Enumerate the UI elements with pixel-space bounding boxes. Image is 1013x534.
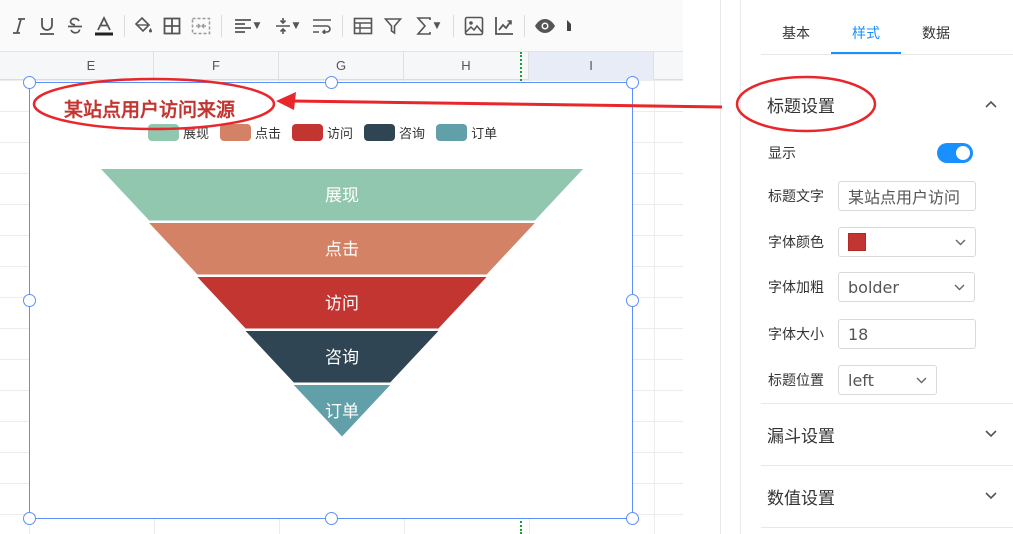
font-weight-select[interactable]: bolder <box>838 272 975 302</box>
toolbar-divider <box>124 14 125 37</box>
resize-handle-top-left[interactable] <box>23 76 36 89</box>
font-color-row: 字体颜色 <box>768 226 978 258</box>
value-settings-label: 数值设置 <box>767 488 835 509</box>
underline-icon[interactable] <box>36 11 58 41</box>
column-header-f[interactable]: F <box>154 52 279 80</box>
resize-handle-top-right[interactable] <box>626 76 639 89</box>
section-divider <box>761 465 1013 466</box>
toolbar-divider <box>524 14 525 37</box>
show-title-row: 显示 <box>768 137 973 169</box>
show-title-label: 显示 <box>768 146 796 162</box>
merge-cells-icon[interactable] <box>189 11 213 41</box>
chevron-down-icon <box>916 377 927 383</box>
column-header-h[interactable]: H <box>404 52 529 80</box>
tab-data[interactable]: 数据 <box>901 16 971 54</box>
font-size-row: 字体大小 18 <box>768 318 978 350</box>
resize-handle-left[interactable] <box>23 294 36 307</box>
font-color-icon[interactable] <box>92 11 116 41</box>
funnel-chart[interactable]: 某站点用户访问来源 展现 点击 访问 咨询 订单 展现 点击 访问 咨询 订单 <box>23 76 639 525</box>
title-position-label: 标题位置 <box>768 373 824 389</box>
title-text-label: 标题文字 <box>768 189 824 205</box>
tab-basic[interactable]: 基本 <box>761 16 831 54</box>
wrap-text-icon[interactable] <box>310 11 334 41</box>
chevron-down-icon <box>985 492 997 500</box>
gutter-divider <box>720 0 721 534</box>
chevron-down-icon <box>954 284 965 290</box>
column-header-e[interactable]: E <box>29 52 154 80</box>
title-text-input[interactable]: 某站点用户访问 <box>838 181 976 211</box>
strikethrough-icon[interactable] <box>64 11 86 41</box>
font-color-select[interactable] <box>838 227 976 257</box>
formatting-toolbar: ▼ ▼ ▼ <box>0 0 683 52</box>
font-size-label: 字体大小 <box>768 327 824 343</box>
title-settings-header[interactable]: 标题设置 <box>767 84 997 124</box>
toggle-knob <box>956 146 970 160</box>
resize-handle-bottom[interactable] <box>325 512 338 525</box>
funnel-settings-header[interactable]: 漏斗设置 <box>767 414 997 454</box>
chart-settings-panel: 基本 样式 数据 标题设置 显示 标题文字 某站点用户访问 字体颜色 字体加粗 <box>741 0 1013 534</box>
chevron-down-icon <box>985 430 997 438</box>
toolbar-divider <box>453 14 454 37</box>
spreadsheet-area: ▼ ▼ ▼ E F G H I 某站点用户访问来源 展现 点击 访问 咨询 订单… <box>0 0 683 534</box>
toolbar-overflow-icon[interactable] <box>563 11 575 41</box>
value-settings-header[interactable]: 数值设置 <box>767 476 997 516</box>
font-color-swatch <box>848 233 866 251</box>
funnel-settings-label: 漏斗设置 <box>767 426 835 447</box>
font-size-input[interactable]: 18 <box>838 319 976 349</box>
chevron-up-icon <box>985 100 997 108</box>
funnel-segment-label: 咨询 <box>325 348 359 368</box>
title-settings-label: 标题设置 <box>767 96 835 117</box>
resize-handle-top[interactable] <box>325 76 338 89</box>
title-position-select[interactable]: left <box>838 365 937 395</box>
section-divider <box>761 403 1013 404</box>
resize-handle-bottom-left[interactable] <box>23 512 36 525</box>
image-icon[interactable] <box>462 11 486 41</box>
font-color-label: 字体颜色 <box>768 235 824 251</box>
sum-icon[interactable]: ▼ <box>411 11 445 41</box>
font-weight-row: 字体加粗 bolder <box>768 271 978 303</box>
title-text-row: 标题文字 某站点用户访问 <box>768 180 978 212</box>
vertical-align-icon[interactable]: ▼ <box>270 11 304 41</box>
section-divider <box>761 527 1013 528</box>
italic-icon[interactable] <box>8 11 30 41</box>
settings-tabs: 基本 样式 数据 <box>761 16 1013 55</box>
font-weight-label: 字体加粗 <box>768 280 824 296</box>
funnel-segment-label: 展现 <box>325 186 359 206</box>
column-header-g[interactable]: G <box>279 52 404 80</box>
gutter <box>683 0 743 534</box>
toolbar-divider <box>221 14 222 37</box>
font-weight-value: bolder <box>848 277 899 297</box>
borders-icon[interactable] <box>161 11 183 41</box>
table-format-icon[interactable] <box>351 11 375 41</box>
funnel-segment-label: 订单 <box>325 402 359 422</box>
title-position-row: 标题位置 left <box>768 364 978 396</box>
chevron-down-icon <box>955 239 966 245</box>
funnel-segment-label: 访问 <box>325 294 359 314</box>
title-position-value: left <box>848 370 874 390</box>
tab-style[interactable]: 样式 <box>831 16 901 54</box>
resize-handle-right[interactable] <box>626 294 639 307</box>
align-left-icon[interactable]: ▼ <box>230 11 264 41</box>
funnel-plot: 展现点击访问咨询订单 <box>101 169 583 437</box>
insert-chart-icon[interactable] <box>492 11 516 41</box>
resize-handle-bottom-right[interactable] <box>626 512 639 525</box>
view-icon[interactable] <box>533 11 557 41</box>
show-title-toggle[interactable] <box>937 143 973 163</box>
column-headers: E F G H I <box>0 52 683 80</box>
app-root: ▼ ▼ ▼ E F G H I 某站点用户访问来源 展现 点击 访问 咨询 订单… <box>0 0 1013 534</box>
fill-color-icon[interactable] <box>133 11 155 41</box>
toolbar-divider <box>342 14 343 37</box>
funnel-segment-label: 点击 <box>325 240 359 260</box>
filter-icon[interactable] <box>381 11 405 41</box>
